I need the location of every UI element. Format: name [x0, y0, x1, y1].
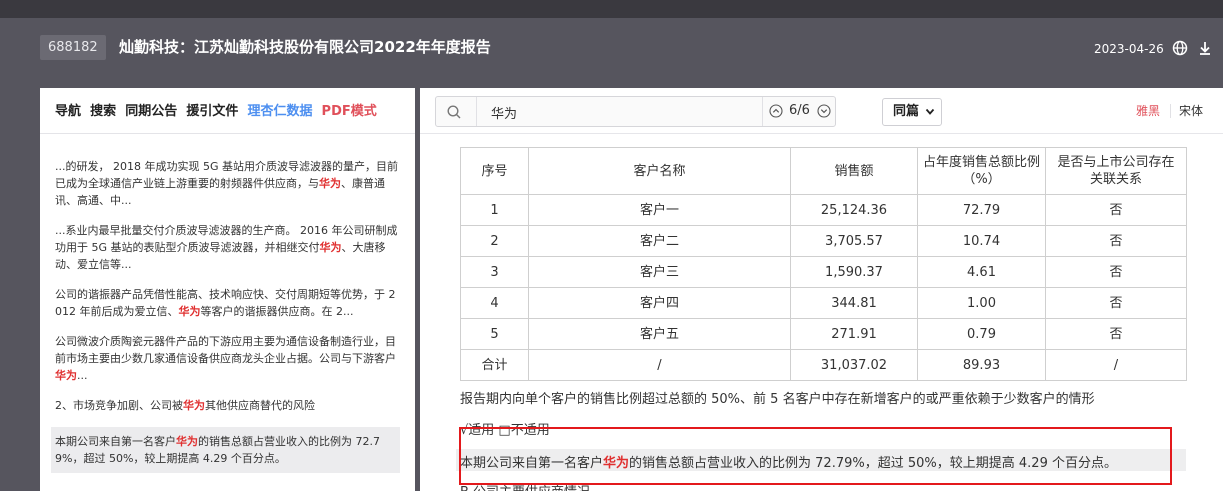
table-cell: 271.91 — [790, 318, 918, 350]
table-cell: 0.79 — [917, 318, 1046, 350]
annotation-box — [459, 427, 1172, 485]
customer-table: 序号 客户名称 销售额 占年度销售总额比例（%） 是否与上市公司存在关联关系 1… — [460, 147, 1187, 381]
table-cell: 72.79 — [917, 194, 1046, 226]
table-cell: 否 — [1045, 225, 1187, 257]
search-result-selected[interactable]: 本期公司来自第一名客户华为的销售总额占营业收入的比例为 72.79%，超过 50… — [51, 427, 400, 473]
font-yahei-button[interactable]: 雅黑 — [1126, 104, 1172, 118]
tab-navigation[interactable]: 导航 — [55, 102, 81, 122]
table-cell: 1,590.37 — [790, 256, 918, 288]
top-strip — [0, 0, 1223, 18]
table-cell: 客户四 — [528, 287, 791, 319]
table-cell: 3,705.57 — [790, 225, 918, 257]
table-cell: 1 — [460, 194, 529, 226]
tab-same-period[interactable]: 同期公告 — [125, 102, 177, 122]
table-cell: 合计 — [460, 349, 529, 381]
table-cell: 客户二 — [528, 225, 791, 257]
tab-lixinger-data[interactable]: 理杏仁数据 — [247, 102, 312, 122]
table-cell: 2 — [460, 225, 529, 257]
table-cell: 否 — [1045, 318, 1187, 350]
table-cell: 3 — [460, 256, 529, 288]
tab-cited-files[interactable]: 援引文件 — [186, 102, 238, 122]
table-cell: 344.81 — [790, 287, 918, 319]
table-row: 2 客户二 3,705.57 10.74 否 — [460, 225, 1187, 257]
stock-code-badge: 688182 — [40, 35, 106, 60]
match-navigator: 6/6 — [762, 97, 836, 126]
font-song-button[interactable]: 宋体 — [1171, 104, 1211, 118]
table-row: 5 客户五 271.91 0.79 否 — [460, 318, 1187, 350]
table-row: 3 客户三 1,590.37 4.61 否 — [460, 256, 1187, 288]
table-row: 1 客户一 25,124.36 72.79 否 — [460, 194, 1187, 226]
divider — [40, 133, 415, 134]
download-icon[interactable] — [1197, 40, 1213, 56]
search-result[interactable]: ...系业内最早批量交付介质波导滤波器的生产商。 2016 年公司研制成功用于 … — [53, 222, 400, 273]
table-row: 4 客户四 344.81 1.00 否 — [460, 287, 1187, 319]
table-total-row: 合计 / 31,037.02 89.93 / — [460, 349, 1187, 381]
report-date: 2023-04-26 — [1094, 42, 1164, 56]
table-cell: 客户三 — [528, 256, 791, 288]
table-cell: 4 — [460, 287, 529, 319]
match-count: 6/6 — [789, 103, 810, 118]
table-cell: 客户五 — [528, 318, 791, 350]
table-header-row: 序号 客户名称 销售额 占年度销售总额比例（%） 是否与上市公司存在关联关系 — [460, 147, 1187, 195]
globe-icon[interactable] — [1172, 40, 1188, 56]
search-input[interactable] — [491, 102, 751, 122]
dropdown-arrow-icon — [925, 108, 935, 115]
table-cell: 25,124.36 — [790, 194, 918, 226]
table-cell: 4.61 — [917, 256, 1046, 288]
search-box: 6/6 — [435, 96, 836, 127]
disclosure-note: 报告期内向单个客户的销售比例超过总额的 50%、前 5 名客户中存在新增客户的或… — [460, 392, 1095, 407]
scope-select[interactable]: 同篇 — [882, 98, 942, 126]
search-result[interactable]: 2、市场竞争加剧、公司被华为其他供应商替代的风险 — [53, 397, 400, 414]
search-separator — [476, 97, 477, 126]
font-switcher: 雅黑 宋体 — [1126, 98, 1211, 124]
table-cell: 客户一 — [528, 194, 791, 226]
table-cell: / — [1045, 349, 1187, 381]
left-panel: 导航 搜索 同期公告 援引文件 理杏仁数据 PDF模式 ...的研发， 2018… — [40, 88, 415, 491]
table-cell: 5 — [460, 318, 529, 350]
table-cell: 否 — [1045, 194, 1187, 226]
table-header: 销售额 — [790, 147, 918, 195]
table-header: 是否与上市公司存在关联关系 — [1045, 147, 1187, 195]
table-cell: 否 — [1045, 256, 1187, 288]
table-cell: 89.93 — [917, 349, 1046, 381]
table-cell: 31,037.02 — [790, 349, 918, 381]
table-cell: 1.00 — [917, 287, 1046, 319]
search-icon[interactable] — [446, 104, 462, 120]
search-result[interactable]: 公司的谐振器产品凭借性能高、技术响应快、交付周期短等优势，于 2012 年前后成… — [53, 286, 400, 320]
report-header: 688182 灿勤科技：江苏灿勤科技股份有限公司2022年年度报告 2023-0… — [0, 18, 1223, 76]
chevron-up-icon[interactable] — [769, 104, 783, 118]
table-cell: / — [528, 349, 791, 381]
table-header: 序号 — [460, 147, 529, 195]
scope-select-label: 同篇 — [893, 104, 920, 119]
doc-toolbar: 6/6 同篇 雅黑宋体 — [420, 88, 1223, 134]
left-tabs: 导航 搜索 同期公告 援引文件 理杏仁数据 PDF模式 — [55, 100, 381, 120]
tab-pdf-mode[interactable]: PDF模式 — [322, 102, 377, 122]
search-result[interactable]: 公司微波介质陶瓷元器件产品的下游应用主要为通信设备制造行业，目前市场主要由少数几… — [53, 333, 400, 384]
table-header: 客户名称 — [528, 147, 791, 195]
report-title: 灿勤科技：江苏灿勤科技股份有限公司2022年年度报告 — [119, 38, 491, 56]
table-cell: 10.74 — [917, 225, 1046, 257]
table-cell: 否 — [1045, 287, 1187, 319]
chevron-down-icon[interactable] — [817, 104, 831, 118]
search-result[interactable]: ...的研发， 2018 年成功实现 5G 基站用介质波导滤波器的量产，目前已成… — [53, 158, 400, 209]
table-header: 占年度销售总额比例（%） — [917, 147, 1046, 195]
tab-search[interactable]: 搜索 — [90, 102, 116, 122]
search-results: ...的研发， 2018 年成功实现 5G 基站用介质波导滤波器的量产，目前已成… — [51, 158, 400, 486]
